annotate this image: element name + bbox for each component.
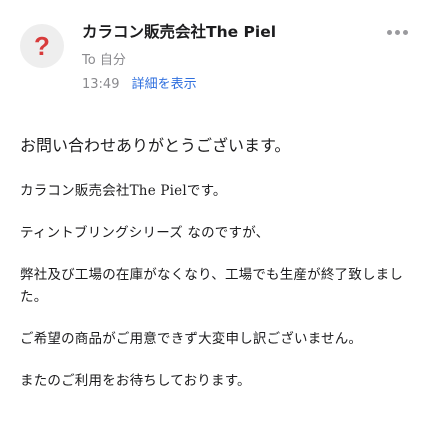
more-dot [395, 30, 400, 35]
unknown-sender-icon: ? [34, 31, 50, 61]
show-details-link[interactable]: 詳細を表示 [132, 77, 197, 92]
body-paragraph: ご希望の商品がご用意できず大変申し訳ございません。 [20, 331, 363, 347]
more-dot [403, 30, 408, 35]
recipient-line: To 自分 [82, 53, 126, 68]
more-dot [387, 30, 392, 35]
message-body: お問い合わせありがとうございます。 カラコン販売会社The Pielです。 ティ… [20, 132, 416, 412]
body-paragraph: カラコン販売会社The Pielです。 [20, 183, 227, 199]
more-options-button[interactable] [387, 30, 408, 35]
body-paragraph: またのご利用をお待ちしております。 [20, 373, 251, 389]
sender-name[interactable]: カラコン販売会社The Piel [82, 20, 276, 42]
body-paragraph: ティントブリングシリーズ なのですが、 [20, 225, 270, 241]
body-paragraph: 弊社及び工場の在庫がなくなり、工場でも生産が終了致しました。 [20, 267, 404, 305]
greeting-line: お問い合わせありがとうございます。 [20, 136, 291, 155]
sender-avatar[interactable]: ? [20, 24, 64, 68]
received-time: 13:49 [82, 77, 120, 92]
message-meta: 13:49 詳細を表示 [82, 73, 197, 92]
